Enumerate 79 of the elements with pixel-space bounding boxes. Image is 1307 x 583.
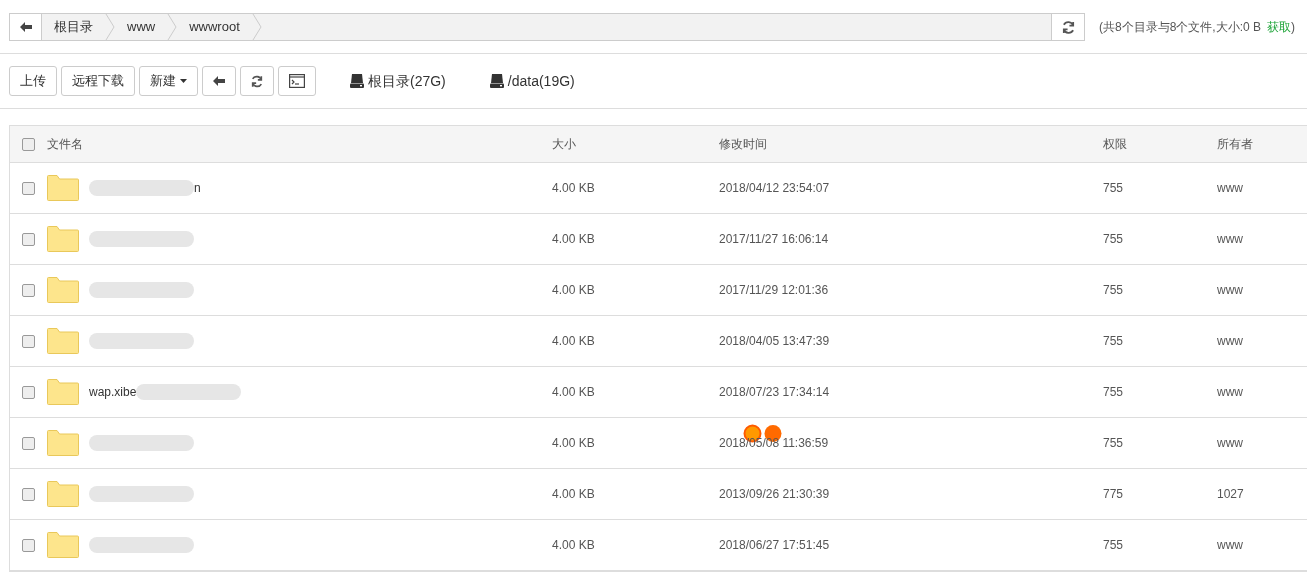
up-button[interactable]: [10, 14, 42, 40]
disk-button[interactable]: /data(19G): [489, 70, 575, 92]
permission-cell: 755: [1103, 334, 1124, 348]
size-cell: 4.00 KB: [552, 283, 595, 297]
checkbox[interactable]: [22, 283, 35, 297]
folder-icon: [47, 532, 79, 558]
modified-cell: 2013/09/26 21:30:39: [719, 487, 830, 501]
back-icon: [19, 22, 32, 32]
owner-cell: www: [1217, 436, 1243, 450]
checkbox[interactable]: [22, 334, 35, 348]
file-name[interactable]: n: [194, 179, 201, 197]
back-button[interactable]: [202, 66, 236, 96]
size-cell: 4.00 KB: [552, 436, 595, 450]
permission-cell: 755: [1103, 181, 1124, 195]
owner-cell: www: [1217, 181, 1243, 195]
owner-cell: www: [1217, 283, 1243, 297]
permission-cell: 755: [1103, 385, 1124, 399]
checkbox[interactable]: [22, 487, 35, 501]
folder-icon: [47, 277, 79, 303]
new-dropdown-button[interactable]: 新建: [139, 66, 198, 96]
modified-cell: 2018/05/08 11:36:59: [719, 436, 829, 450]
modified-cell: 2017/11/27 16:06:14: [719, 232, 829, 246]
column-header[interactable]: 所有者: [1217, 137, 1253, 151]
terminal-icon: [289, 74, 305, 88]
checkbox[interactable]: [22, 232, 35, 246]
folder-icon: [47, 481, 79, 507]
checkbox[interactable]: [22, 538, 35, 552]
size-cell: 4.00 KB: [552, 385, 595, 399]
size-cell: 4.00 KB: [552, 232, 595, 246]
modified-cell: 2017/11/29 12:01:36: [719, 283, 829, 297]
permission-cell: 755: [1103, 436, 1124, 450]
summary-text: (共8个目录与8个文件,大小:0 B: [1099, 19, 1262, 36]
folder-icon: [47, 328, 79, 354]
toolbar-button[interactable]: 远程下载: [61, 66, 135, 96]
back-icon: [213, 76, 225, 86]
refresh-button[interactable]: [1051, 14, 1084, 40]
size-cell: 4.00 KB: [552, 334, 595, 348]
permission-cell: 755: [1103, 232, 1124, 246]
column-header[interactable]: 权限: [1103, 137, 1127, 151]
closing-paren: ): [1291, 19, 1296, 36]
permission-cell: 755: [1103, 283, 1124, 297]
owner-cell: www: [1217, 385, 1243, 399]
modified-cell: 2018/07/23 17:34:14: [719, 385, 830, 399]
owner-cell: www: [1217, 334, 1243, 348]
breadcrumb-item[interactable]: wwwroot: [177, 17, 252, 37]
size-cell: 4.00 KB: [552, 487, 595, 501]
column-header[interactable]: 大小: [552, 137, 576, 151]
folder-icon: [47, 226, 79, 252]
column-header[interactable]: 文件名: [47, 137, 83, 151]
checkbox[interactable]: [22, 385, 35, 399]
size-cell: 4.00 KB: [552, 181, 595, 195]
modified-cell: 2018/04/05 13:47:39: [719, 334, 830, 348]
drive-icon: [489, 74, 504, 88]
file-name[interactable]: wap.xibe: [89, 383, 137, 401]
checkbox[interactable]: [22, 137, 35, 151]
breadcrumb-item[interactable]: 根目录: [42, 17, 105, 37]
folder-icon: [47, 175, 79, 201]
owner-cell: www: [1217, 232, 1243, 246]
permission-cell: 775: [1103, 487, 1124, 501]
caret-icon: [180, 79, 187, 83]
owner-cell: www: [1217, 538, 1243, 552]
checkbox[interactable]: [22, 436, 35, 450]
checkbox[interactable]: [22, 181, 35, 195]
modified-cell: 2018/06/27 17:51:45: [719, 538, 830, 552]
modified-cell: 2018/04/12 23:54:07: [719, 181, 830, 195]
refresh-button[interactable]: [240, 66, 274, 96]
folder-icon: [47, 379, 79, 405]
permission-cell: 755: [1103, 538, 1124, 552]
owner-cell: 1027: [1217, 487, 1244, 501]
refresh-icon: [1061, 20, 1075, 34]
breadcrumb-item[interactable]: www: [115, 17, 168, 37]
toolbar-button[interactable]: 上传: [9, 66, 57, 96]
drive-icon: [350, 74, 364, 88]
disk-button[interactable]: 根目录(27G): [350, 70, 446, 92]
terminal-button[interactable]: [278, 66, 316, 96]
column-header[interactable]: 修改时间: [719, 137, 767, 151]
refresh-icon: [251, 74, 263, 88]
folder-icon: [47, 430, 79, 456]
size-cell: 4.00 KB: [552, 538, 595, 552]
